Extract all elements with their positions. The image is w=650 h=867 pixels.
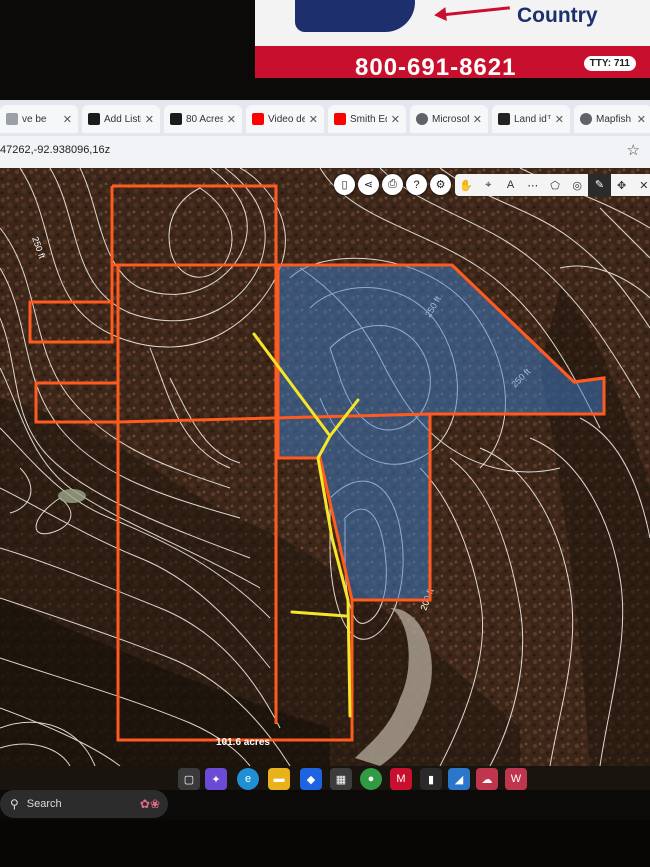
pan-icon[interactable]: ✋ <box>455 179 477 192</box>
close-icon[interactable]: ✕ <box>63 113 72 126</box>
browser-tab[interactable]: 80 Acres ✕ <box>164 105 242 133</box>
chrome-icon[interactable]: ● <box>360 768 382 790</box>
tab-label: Add Listi <box>104 113 141 125</box>
tab-label: 80 Acres <box>186 113 223 125</box>
pencil-icon[interactable]: ✎ <box>588 174 611 196</box>
address-bar[interactable]: 47262,-92.938096,16z ☆ <box>0 136 650 169</box>
close-icon[interactable]: ✕ <box>473 113 482 126</box>
help-icon[interactable]: ? <box>406 174 427 195</box>
browser-tab[interactable]: Microsof ✕ <box>410 105 488 133</box>
close-icon[interactable]: ✕ <box>633 179 650 192</box>
cloud-upload-icon[interactable]: ☁ <box>476 768 498 790</box>
store-icon[interactable]: ▦ <box>330 768 352 790</box>
mcafee-icon[interactable]: M <box>390 768 412 790</box>
browser-tab[interactable]: Add Listi ✕ <box>82 105 160 133</box>
settings-icon[interactable]: ⚙ <box>430 174 451 195</box>
line-tool-icon[interactable]: ⋯ <box>522 179 544 192</box>
browser-tab[interactable]: Video det ✕ <box>246 105 324 133</box>
tab-label: Microsof <box>432 113 469 125</box>
parcel-map[interactable]: 250 ft 250 ft 250 ft 200 ft <box>0 168 650 766</box>
print-icon[interactable]: ⎙ <box>382 174 403 195</box>
circle-tool-icon[interactable]: ◎ <box>566 179 588 192</box>
file-explorer-icon[interactable]: ▬ <box>268 768 290 790</box>
browser-tab-bar: ve be ✕ Add Listi ✕ 80 Acres ✕ Video det… <box>0 100 650 136</box>
tab-label: ve be <box>22 113 47 125</box>
monitor-screen: ve be ✕ Add Listi ✕ 80 Acres ✕ Video det… <box>0 100 650 790</box>
us-map-graphic <box>295 0 415 32</box>
url-text[interactable]: 47262,-92.938096,16z <box>0 144 110 156</box>
close-icon[interactable]: ✕ <box>637 113 646 126</box>
globe-icon <box>580 113 592 125</box>
youtube-icon <box>252 113 264 125</box>
tab-label: Mapfish <box>596 113 632 125</box>
poster-brand: Country <box>517 4 598 27</box>
flower-icon: ✿❀ <box>139 797 160 811</box>
monitor-bezel <box>0 820 650 867</box>
clearing <box>58 489 86 503</box>
browser-tab[interactable]: Mapfish ✕ <box>574 105 650 133</box>
search-icon: ⚲ <box>10 797 19 811</box>
tab-label: Land id™ <box>514 113 551 125</box>
browser-tab[interactable]: Smith Ed ✕ <box>328 105 406 133</box>
browser-tab[interactable]: Land id™ ✕ <box>492 105 570 133</box>
poster-phone: 800-691-8621 <box>355 54 517 78</box>
task-view-icon[interactable]: ▢ <box>178 768 200 790</box>
copilot-icon[interactable]: ✦ <box>205 768 227 790</box>
drawing-toolbar: ✋ ⌖ A ⋯ ⬠ ◎ ✎ ✥ ✕ <box>455 174 650 196</box>
map-canvas[interactable]: 250 ft 250 ft 250 ft 200 ft <box>0 168 650 766</box>
youtube-icon <box>334 113 346 125</box>
close-icon[interactable]: ✕ <box>227 113 236 126</box>
move-icon[interactable]: ✥ <box>611 179 633 192</box>
mlc-icon <box>170 113 182 125</box>
red-arrow-graphic <box>440 6 510 17</box>
browser-tab[interactable]: ve be ✕ <box>0 105 78 133</box>
phone-icon[interactable]: ▯ <box>334 174 355 195</box>
tab-label: Video det <box>268 113 305 125</box>
bookmark-star-icon[interactable]: ☆ <box>627 141 640 159</box>
map-toolbar: ▯ ⋖ ⎙ ? ⚙ <box>334 174 451 195</box>
globe-icon <box>416 113 428 125</box>
close-icon[interactable]: ✕ <box>555 113 564 126</box>
taskbar-search[interactable]: ⚲ Search ✿❀ <box>0 790 168 818</box>
acreage-label: 101.6 acres <box>216 737 270 748</box>
search-label: Search <box>26 798 62 810</box>
tab-favicon <box>6 113 18 125</box>
word-icon[interactable]: W <box>505 768 527 790</box>
close-icon[interactable]: ✕ <box>145 113 154 126</box>
app-icon[interactable]: ▮ <box>420 768 442 790</box>
background-tv-poster: Country 800-691-8621 TTY: 711 <box>255 0 650 78</box>
share-icon[interactable]: ⋖ <box>358 174 379 195</box>
edge-icon[interactable]: e <box>237 768 259 790</box>
close-icon[interactable]: ✕ <box>309 113 318 126</box>
tab-label: Smith Ed <box>350 113 387 125</box>
close-icon[interactable]: ✕ <box>391 113 400 126</box>
poster-tty: TTY: 711 <box>583 56 636 71</box>
text-tool-icon[interactable]: A <box>499 179 521 191</box>
polygon-tool-icon[interactable]: ⬠ <box>544 179 566 192</box>
teams-icon[interactable]: ◢ <box>448 768 470 790</box>
dropbox-icon[interactable]: ◆ <box>300 768 322 790</box>
pin-icon[interactable]: ⌖ <box>477 179 499 192</box>
landid-icon <box>498 113 510 125</box>
mlc-icon <box>88 113 100 125</box>
